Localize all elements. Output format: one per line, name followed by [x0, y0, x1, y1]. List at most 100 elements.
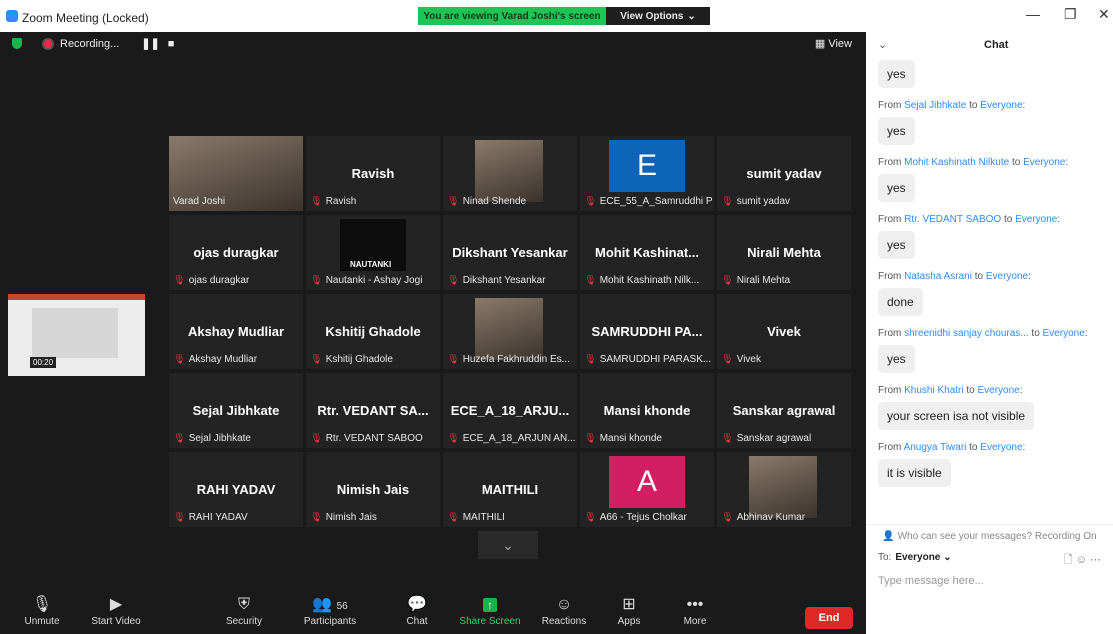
- view-options-button[interactable]: View Options ⌄: [606, 7, 710, 25]
- participant-name: Sejal Jibhkate: [192, 403, 280, 418]
- grid-icon: ▦: [814, 38, 826, 50]
- participant-tile[interactable]: NAUTANKI 🎙 Nautanki - Ashay Jogi: [306, 215, 440, 290]
- participant-tile[interactable]: Rtr. VEDANT SA... 🎙 Rtr. VEDANT SABOO: [306, 373, 440, 448]
- apps-button[interactable]: ⊞ Apps: [612, 594, 646, 627]
- message-sender-line: From Anugya Tiwari to Everyone:: [878, 442, 1110, 453]
- message-sender-line: From Sejal Jibhkate to Everyone:: [878, 100, 1110, 111]
- participant-tile[interactable]: sumit yadav 🎙 sumit yadav: [717, 136, 851, 211]
- colon: :: [1028, 271, 1031, 282]
- participants-button[interactable]: 👥 56 Participants: [300, 594, 360, 627]
- colon: :: [1065, 157, 1069, 168]
- participant-tile[interactable]: RAHI YADAV 🎙 RAHI YADAV: [169, 452, 303, 527]
- mic-muted-icon: 🎙: [721, 433, 734, 444]
- participant-label-row: 🎙 Abhinav Kumar: [721, 512, 805, 523]
- shield-icon[interactable]: [12, 38, 22, 49]
- chat-bubble: your screen isa not visible: [878, 402, 1035, 430]
- recipient-name[interactable]: Everyone: [1015, 214, 1057, 225]
- viewing-banner: You are viewing Varad Joshi's screen Vie…: [418, 7, 710, 25]
- participant-label-row: 🎙 Sejal Jibhkate: [173, 433, 251, 444]
- participants-icon: 👥 56: [312, 596, 348, 613]
- participant-tile[interactable]: A 🎙 A66 - Tejus Cholkar: [580, 452, 714, 527]
- recipient-name[interactable]: Everyone: [978, 385, 1020, 396]
- recipient-name[interactable]: Everyone: [1023, 157, 1065, 168]
- recipient-name[interactable]: Everyone: [1043, 328, 1085, 339]
- file-icon[interactable]: 🗋: [1064, 554, 1073, 566]
- emoji-icon[interactable]: ☺: [1076, 554, 1087, 566]
- recipient-name[interactable]: Everyone: [980, 442, 1022, 453]
- chat-header: ⌄ Chat: [866, 32, 1113, 58]
- chat-input[interactable]: Type message here...: [878, 575, 984, 587]
- participant-label: Kshitij Ghadole: [325, 354, 393, 365]
- participant-tile[interactable]: Dikshant Yesankar 🎙 Dikshant Yesankar: [443, 215, 577, 290]
- start-video-button[interactable]: ▶ Start Video: [88, 594, 144, 627]
- sender-name[interactable]: shreenidhi sanjay chouras...: [904, 328, 1029, 339]
- message-sender-line: From Natasha Asrani to Everyone:: [878, 271, 1110, 282]
- pause-icon[interactable]: ❚❚: [141, 37, 159, 50]
- mic-muted-icon: 🎙: [584, 275, 597, 286]
- minimize-icon[interactable]: —: [1026, 6, 1040, 22]
- mic-muted-icon: 🎙: [721, 196, 734, 207]
- chat-button[interactable]: 💬 Chat: [400, 594, 434, 627]
- sender-name[interactable]: Rtr. VEDANT SABOO: [904, 214, 1001, 225]
- participant-video: [475, 298, 543, 360]
- participants-label: Participants: [303, 616, 357, 627]
- participant-tile[interactable]: Akshay Mudliar 🎙 Akshay Mudliar: [169, 294, 303, 369]
- participant-label-row: 🎙 ECE_A_18_ARJUN AN...: [447, 433, 575, 444]
- sender-name[interactable]: Mohit Kashinath Nilkute: [904, 157, 1009, 168]
- view-button[interactable]: ▦ View: [815, 37, 852, 50]
- apps-icon: ⊞: [622, 596, 636, 613]
- participant-label-row: 🎙 RAHI YADAV: [173, 512, 248, 523]
- sender-name[interactable]: Anugya Tiwari: [904, 442, 967, 453]
- from-label: From: [878, 385, 905, 396]
- participant-tile[interactable]: Vivek 🎙 Vivek: [717, 294, 851, 369]
- message-sender-line: From Mohit Kashinath Nilkute to Everyone…: [878, 157, 1110, 168]
- more-button[interactable]: ••• More: [678, 594, 712, 627]
- end-button[interactable]: End: [805, 607, 853, 629]
- participant-tile[interactable]: 🎙 Abhinav Kumar: [717, 452, 851, 527]
- participant-tile[interactable]: ECE_A_18_ARJU... 🎙 ECE_A_18_ARJUN AN...: [443, 373, 577, 448]
- who-can-see-link[interactable]: 👤 Who can see your messages? Recording O…: [866, 524, 1113, 542]
- participant-tile[interactable]: 🎙 Huzefa Fakhruddin Es...: [443, 294, 577, 369]
- participant-tile[interactable]: Ravish 🎙 Ravish: [306, 136, 440, 211]
- recipient-select[interactable]: Everyone ⌄: [895, 552, 951, 563]
- more-icon[interactable]: ⋯: [1090, 554, 1101, 566]
- participant-tile[interactable]: Kshitij Ghadole 🎙 Kshitij Ghadole: [306, 294, 440, 369]
- sender-name[interactable]: Natasha Asrani: [904, 271, 972, 282]
- participant-tile[interactable]: MAITHILI 🎙 MAITHILI: [443, 452, 577, 527]
- participant-label-row: 🎙 Sanskar agrawal: [721, 433, 811, 444]
- unmute-label: Unmute: [24, 616, 60, 627]
- participant-label: Mohit Kashinath Nilk...: [599, 275, 700, 286]
- participant-tile[interactable]: Nimish Jais 🎙 Nimish Jais: [306, 452, 440, 527]
- participant-tile[interactable]: SAMRUDDHI PA... 🎙 SAMRUDDHI PARASK...: [580, 294, 714, 369]
- security-button[interactable]: ⛨ Security: [222, 594, 266, 627]
- sender-name[interactable]: Khushi Khatri: [904, 385, 963, 396]
- scroll-down-button[interactable]: ⌄: [478, 531, 538, 559]
- recipient-name[interactable]: Everyone: [986, 271, 1028, 282]
- participant-tile[interactable]: Mansi khonde 🎙 Mansi khonde: [580, 373, 714, 448]
- chevron-down-icon[interactable]: ⌄: [878, 38, 887, 51]
- participant-tile[interactable]: Sejal Jibhkate 🎙 Sejal Jibhkate: [169, 373, 303, 448]
- stop-icon[interactable]: ■: [168, 38, 175, 50]
- participant-name: Ravish: [351, 166, 395, 181]
- mic-muted-icon: 🎙: [310, 354, 323, 365]
- participant-tile[interactable]: ojas duragkar 🎙 ojas duragkar: [169, 215, 303, 290]
- participant-tile[interactable]: 🎙 Ninad Shende: [443, 136, 577, 211]
- participant-tile[interactable]: Varad Joshi: [169, 136, 303, 211]
- participant-tile[interactable]: E 🎙ECE_55_A_Samruddhi Pa...: [580, 136, 714, 211]
- participant-tile[interactable]: Nirali Mehta 🎙 Nirali Mehta: [717, 215, 851, 290]
- participant-label: MAITHILI: [462, 512, 505, 523]
- unmute-button[interactable]: 🎙 Unmute: [22, 594, 62, 627]
- close-icon[interactable]: ✕: [1098, 6, 1110, 23]
- sender-name[interactable]: Sejal Jibhkate: [904, 100, 966, 111]
- restore-icon[interactable]: ❐: [1064, 6, 1077, 23]
- participant-tile[interactable]: Sanskar agrawal 🎙 Sanskar agrawal: [717, 373, 851, 448]
- reactions-button[interactable]: ☺ Reactions: [538, 594, 590, 627]
- recipient-name[interactable]: Everyone: [980, 100, 1022, 111]
- share-timer: 00:20: [30, 357, 57, 368]
- participant-tile[interactable]: Mohit Kashinat... 🎙 Mohit Kashinath Nilk..…: [580, 215, 714, 290]
- share-screen-button[interactable]: ↑ Share Screen: [458, 594, 522, 627]
- participant-label: ojas duragkar: [188, 275, 250, 286]
- shared-screen-thumbnail[interactable]: 00:20: [8, 294, 145, 376]
- chat-bubble: yes: [878, 60, 915, 88]
- chat-bubble: yes: [878, 174, 915, 202]
